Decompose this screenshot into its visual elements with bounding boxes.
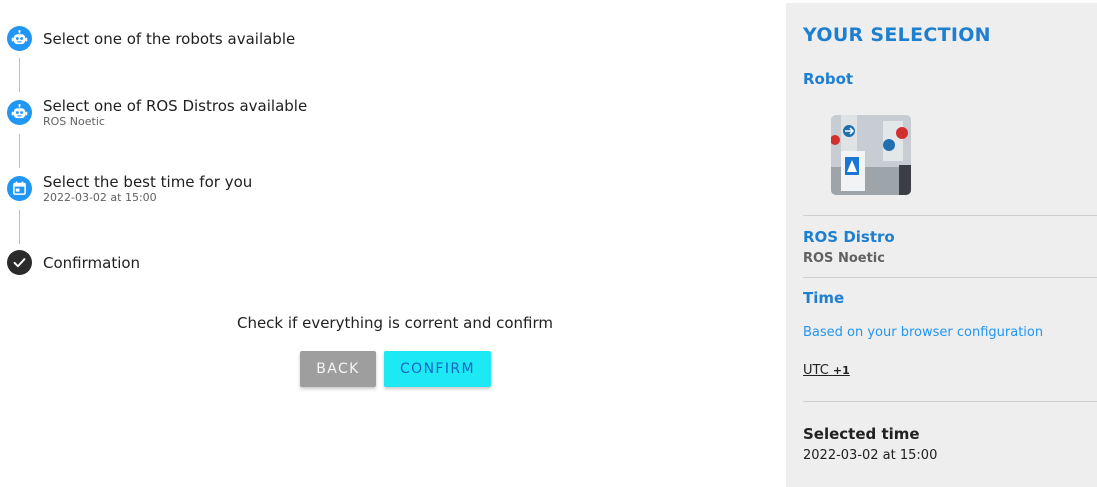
step-title: Select the best time for you xyxy=(43,173,253,191)
utc-label: UTC xyxy=(803,363,829,378)
step-connector xyxy=(19,58,20,92)
divider xyxy=(803,215,1097,216)
utc-timezone[interactable]: UTC +1 xyxy=(803,363,850,378)
step-connector xyxy=(19,134,20,168)
step-text: Select one of ROS Distros available ROS … xyxy=(43,97,307,128)
ros-distro-value: ROS Noetic xyxy=(803,251,885,266)
robot-icon xyxy=(7,26,32,51)
robot-heading: Robot xyxy=(803,70,854,88)
step-connector xyxy=(19,210,20,244)
panel-title: YOUR SELECTION xyxy=(803,24,991,46)
step-title: Confirmation xyxy=(43,254,141,272)
step-subtitle: 2022-03-02 at 15:00 xyxy=(43,191,157,204)
step-subtitle: ROS Noetic xyxy=(43,115,105,128)
ros-distro-heading: ROS Distro xyxy=(803,228,895,246)
step-text: Confirmation xyxy=(43,254,140,272)
selected-time-heading: Selected time xyxy=(803,425,920,443)
browser-config-note: Based on your browser configuration xyxy=(803,325,1044,340)
booking-page: Select one of the robots available Selec… xyxy=(0,0,1097,487)
calendar-icon xyxy=(7,176,32,201)
robot-icon xyxy=(7,100,32,125)
time-heading: Time xyxy=(803,289,845,307)
step-text: Select the best time for you 2022-03-02 … xyxy=(43,173,252,204)
step-title: Select one of the robots available xyxy=(43,30,296,48)
check-icon xyxy=(7,250,32,275)
confirm-button[interactable]: CONFIRM xyxy=(384,351,491,387)
selected-time-value: 2022-03-02 at 15:00 xyxy=(803,448,938,463)
divider xyxy=(803,401,1097,402)
robot-image xyxy=(831,115,911,195)
divider xyxy=(803,277,1097,278)
back-button[interactable]: BACK xyxy=(300,351,376,387)
step-title: Select one of ROS Distros available xyxy=(43,97,308,115)
stepper: Select one of the robots available Selec… xyxy=(0,0,785,487)
utc-offset: +1 xyxy=(832,364,850,377)
selection-panel: YOUR SELECTION Robot ROS Distro ROS Noet xyxy=(786,3,1097,487)
step-text: Select one of the robots available xyxy=(43,30,295,48)
confirm-message: Check if everything is corrent and confi… xyxy=(236,314,554,332)
